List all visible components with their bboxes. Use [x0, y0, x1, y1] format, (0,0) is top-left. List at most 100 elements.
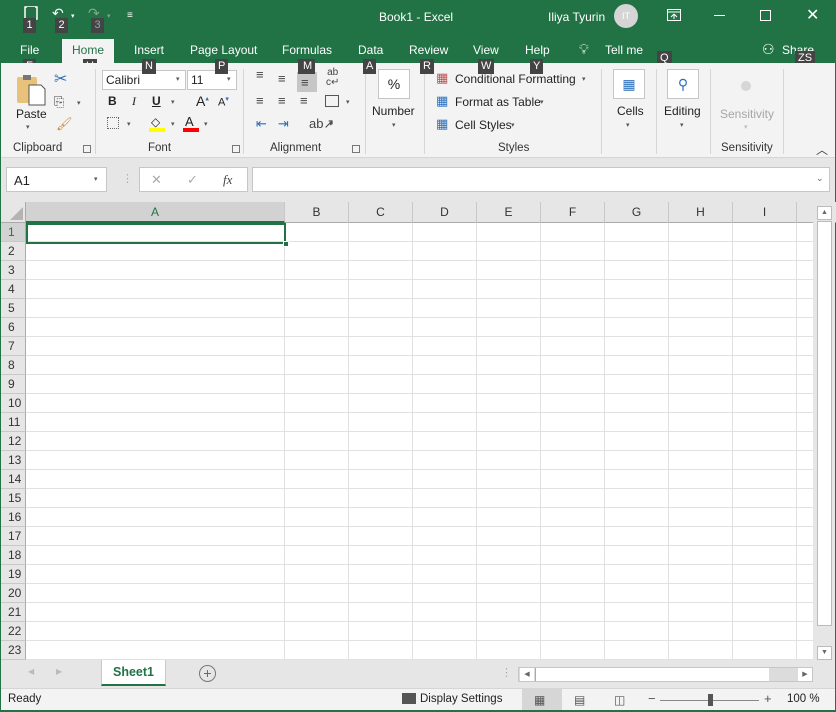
row-header[interactable]: 12	[1, 432, 26, 451]
row-header[interactable]: 22	[1, 622, 26, 641]
drag-handle-icon[interactable]: ⋮	[122, 172, 133, 185]
font-color-dropdown-icon[interactable]: ▾	[204, 120, 208, 128]
row-header[interactable]: 18	[1, 546, 26, 565]
worksheet-grid[interactable]: ABCDEFGHI 1 2 3 4 5 6 7 8 9 10 11 12 13 14 15 16 17 18 19 2…	[1, 202, 836, 660]
align-right-icon[interactable]: ≡	[300, 93, 308, 108]
column-header[interactable]: B	[285, 202, 349, 223]
editing-button[interactable]: Editing	[664, 104, 701, 118]
cells-button[interactable]: Cells	[617, 104, 644, 118]
select-all-button[interactable]	[1, 202, 26, 223]
column-header[interactable]: F	[541, 202, 605, 223]
row-header[interactable]: 14	[1, 470, 26, 489]
row-header[interactable]: 13	[1, 451, 26, 470]
clipboard-launcher-icon[interactable]	[83, 145, 91, 153]
borders-dropdown-icon[interactable]: ▾	[127, 120, 131, 128]
row-header[interactable]: 5	[1, 299, 26, 318]
tab-insert[interactable]: Insert	[134, 43, 164, 57]
customize-qat-icon[interactable]: ≡	[127, 10, 133, 21]
tab-formulas[interactable]: Formulas	[282, 43, 332, 57]
ribbon-display-options-icon[interactable]	[667, 9, 681, 24]
copy-dropdown-icon[interactable]: ▾	[77, 99, 81, 107]
merge-dropdown-icon[interactable]: ▾	[346, 98, 350, 106]
alignment-launcher-icon[interactable]	[352, 145, 360, 153]
close-icon[interactable]: ✕	[806, 5, 819, 25]
share-icon[interactable]: ⚇	[762, 41, 775, 58]
italic-button[interactable]: I	[132, 94, 136, 109]
underline-button[interactable]: U	[152, 94, 161, 108]
font-launcher-icon[interactable]	[232, 145, 240, 153]
row-header[interactable]: 21	[1, 603, 26, 622]
scroll-left-icon[interactable]: ◀	[520, 668, 534, 681]
paste-button[interactable]: Paste	[16, 107, 47, 121]
column-header[interactable]: E	[477, 202, 541, 223]
next-sheet-icon[interactable]: ▶	[56, 667, 62, 676]
row-header[interactable]: 11	[1, 413, 26, 432]
row-header[interactable]: 7	[1, 337, 26, 356]
underline-dropdown-icon[interactable]: ▾	[171, 98, 175, 106]
row-header[interactable]: 19	[1, 565, 26, 584]
number-dropdown-icon[interactable]: ▾	[392, 121, 396, 129]
column-header[interactable]: H	[669, 202, 733, 223]
row-header[interactable]: 17	[1, 527, 26, 546]
row-header[interactable]: 1	[1, 223, 26, 242]
row-header[interactable]: 10	[1, 394, 26, 413]
row-header[interactable]: 16	[1, 508, 26, 527]
cells-dropdown-icon[interactable]: ▾	[626, 121, 630, 129]
tell-me-search[interactable]: Tell me	[605, 43, 643, 57]
cell-styles-button[interactable]: Cell Styles	[455, 118, 512, 132]
zoom-level[interactable]: 100 %	[787, 693, 820, 705]
zoom-out-icon[interactable]: −	[648, 691, 656, 706]
merge-center-icon[interactable]	[325, 95, 339, 107]
undo-dropdown-icon[interactable]: ▾	[71, 12, 75, 20]
avatar[interactable]: IT	[614, 4, 638, 28]
borders-icon[interactable]	[107, 117, 119, 129]
name-box[interactable]: A1 ▾	[6, 167, 107, 192]
scroll-down-icon[interactable]: ▼	[817, 646, 832, 660]
row-header[interactable]: 20	[1, 584, 26, 603]
number-format-icon[interactable]: %	[378, 69, 410, 99]
column-header[interactable]: A	[26, 202, 285, 223]
tab-page-layout[interactable]: Page Layout	[190, 43, 257, 57]
column-header[interactable]: G	[605, 202, 669, 223]
row-header[interactable]: 23	[1, 641, 26, 660]
enter-icon[interactable]: ✓	[187, 172, 198, 188]
editing-search-icon[interactable]: ⚲	[667, 69, 699, 99]
decrease-indent-icon[interactable]: ⇤	[256, 116, 267, 132]
horizontal-scroll-thumb[interactable]	[535, 668, 769, 681]
zoom-slider-thumb[interactable]	[707, 694, 713, 706]
tab-review[interactable]: Review	[409, 43, 448, 57]
minimize-icon[interactable]	[714, 15, 725, 16]
horizontal-scrollbar[interactable]: ◀ ▶	[518, 667, 813, 682]
prev-sheet-icon[interactable]: ◀	[28, 667, 34, 676]
row-header[interactable]: 3	[1, 261, 26, 280]
copy-icon[interactable]: ⎘	[54, 94, 64, 110]
row-header[interactable]: 2	[1, 242, 26, 261]
cells-icon[interactable]: ▦	[613, 69, 645, 99]
row-header[interactable]: 4	[1, 280, 26, 299]
sheet-tab-sheet1[interactable]: Sheet1	[101, 660, 166, 686]
expand-formula-bar-icon[interactable]: ⌄	[816, 173, 824, 184]
increase-font-size-icon[interactable]: A▴	[196, 93, 209, 109]
tab-split-handle-icon[interactable]: ⋮	[501, 666, 512, 679]
wrap-text-icon[interactable]: ab c↵	[326, 68, 339, 88]
fill-handle[interactable]	[283, 241, 289, 247]
decrease-font-size-icon[interactable]: A▾	[218, 95, 229, 109]
fill-color-dropdown-icon[interactable]: ▾	[171, 120, 175, 128]
scroll-up-icon[interactable]: ▲	[817, 206, 832, 220]
active-cell[interactable]	[26, 223, 286, 244]
page-break-preview-icon[interactable]: ◫	[614, 693, 625, 707]
align-top-icon[interactable]: ≡	[256, 67, 264, 82]
font-color-icon[interactable]: A	[185, 114, 194, 129]
tab-view[interactable]: View	[473, 43, 499, 57]
font-size-select[interactable]: 11 ▾	[187, 70, 237, 90]
increase-indent-icon[interactable]: ⇥	[278, 116, 289, 132]
align-left-icon[interactable]: ≡	[256, 93, 264, 108]
new-sheet-icon[interactable]: +	[199, 665, 216, 682]
paste-dropdown-icon[interactable]: ▾	[26, 123, 30, 131]
insert-function-icon[interactable]: fx	[223, 172, 232, 188]
column-header[interactable]: C	[349, 202, 413, 223]
scroll-right-icon[interactable]: ▶	[798, 668, 812, 681]
tab-data[interactable]: Data	[358, 43, 383, 57]
vertical-scroll-thumb[interactable]	[817, 221, 832, 626]
format-painter-icon[interactable]: 🖌︎	[56, 116, 73, 132]
